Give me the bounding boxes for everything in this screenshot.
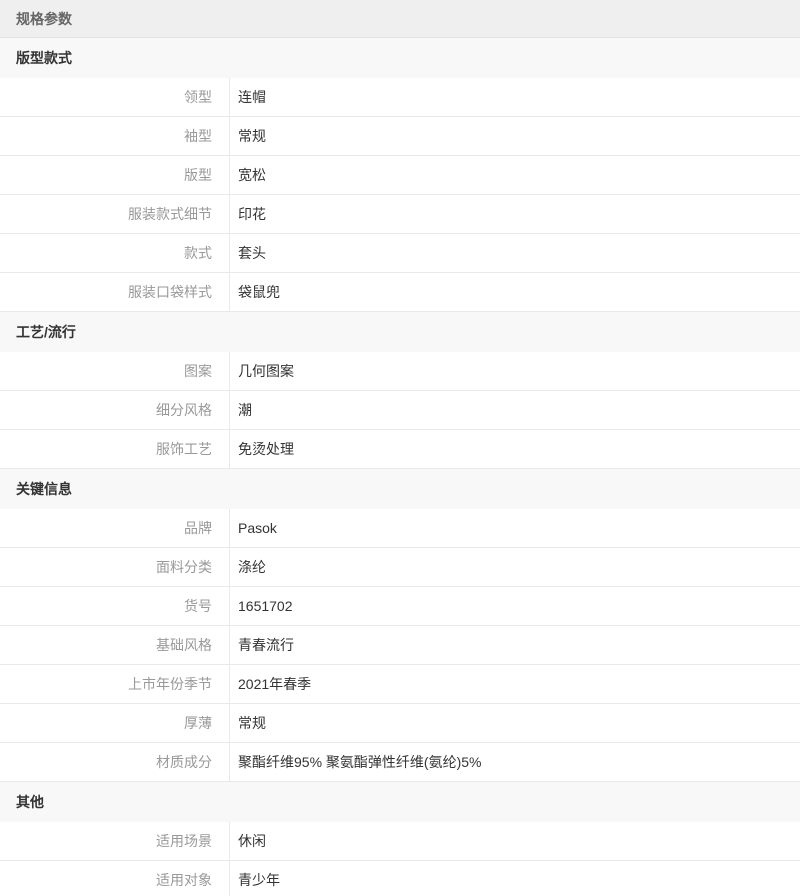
section-title: 工艺/流行 — [16, 322, 76, 342]
spec-value: 连帽 — [230, 78, 800, 116]
spec-row: 图案几何图案 — [0, 352, 800, 391]
spec-label: 厚薄 — [0, 704, 230, 742]
spec-label: 图案 — [0, 352, 230, 390]
spec-value: 青春流行 — [230, 626, 800, 664]
spec-row: 品牌Pasok — [0, 509, 800, 548]
spec-label: 上市年份季节 — [0, 665, 230, 703]
spec-label: 面料分类 — [0, 548, 230, 586]
spec-row: 领型连帽 — [0, 78, 800, 117]
spec-row: 款式套头 — [0, 234, 800, 273]
spec-row: 袖型常规 — [0, 117, 800, 156]
spec-label: 细分风格 — [0, 391, 230, 429]
spec-row: 适用对象青少年 — [0, 861, 800, 896]
spec-value: 常规 — [230, 117, 800, 155]
spec-row: 材质成分聚酯纤维95% 聚氨酯弹性纤维(氨纶)5% — [0, 743, 800, 782]
spec-row: 服装款式细节印花 — [0, 195, 800, 234]
spec-label: 服装口袋样式 — [0, 273, 230, 311]
section-header: 工艺/流行 — [0, 312, 800, 352]
spec-value: 免烫处理 — [230, 430, 800, 468]
spec-label: 品牌 — [0, 509, 230, 547]
spec-label: 款式 — [0, 234, 230, 272]
spec-label: 适用对象 — [0, 861, 230, 896]
spec-value: 青少年 — [230, 861, 800, 896]
spec-label: 领型 — [0, 78, 230, 116]
section-title: 版型款式 — [16, 48, 72, 68]
spec-value: Pasok — [230, 509, 800, 547]
spec-row: 上市年份季节2021年春季 — [0, 665, 800, 704]
spec-row: 细分风格潮 — [0, 391, 800, 430]
section-title: 关键信息 — [16, 479, 72, 499]
spec-row: 服饰工艺免烫处理 — [0, 430, 800, 469]
spec-value: 几何图案 — [230, 352, 800, 390]
spec-row: 服装口袋样式袋鼠兜 — [0, 273, 800, 312]
spec-table: 版型款式领型连帽袖型常规版型宽松服装款式细节印花款式套头服装口袋样式袋鼠兜工艺/… — [0, 38, 800, 896]
spec-value: 套头 — [230, 234, 800, 272]
spec-row: 版型宽松 — [0, 156, 800, 195]
spec-row: 面料分类涤纶 — [0, 548, 800, 587]
spec-value: 2021年春季 — [230, 665, 800, 703]
spec-value: 潮 — [230, 391, 800, 429]
section-title: 其他 — [16, 792, 44, 812]
spec-row: 基础风格青春流行 — [0, 626, 800, 665]
spec-label: 货号 — [0, 587, 230, 625]
page-title: 规格参数 — [16, 9, 72, 29]
spec-label: 袖型 — [0, 117, 230, 155]
spec-label: 基础风格 — [0, 626, 230, 664]
spec-label: 服饰工艺 — [0, 430, 230, 468]
spec-label: 服装款式细节 — [0, 195, 230, 233]
section-header: 关键信息 — [0, 469, 800, 509]
spec-value: 聚酯纤维95% 聚氨酯弹性纤维(氨纶)5% — [230, 743, 800, 781]
spec-label: 材质成分 — [0, 743, 230, 781]
spec-row: 厚薄常规 — [0, 704, 800, 743]
spec-value: 常规 — [230, 704, 800, 742]
spec-value: 休闲 — [230, 822, 800, 860]
spec-row: 货号1651702 — [0, 587, 800, 626]
spec-label: 适用场景 — [0, 822, 230, 860]
spec-value: 袋鼠兜 — [230, 273, 800, 311]
section-header: 版型款式 — [0, 38, 800, 78]
spec-value: 宽松 — [230, 156, 800, 194]
spec-row: 适用场景休闲 — [0, 822, 800, 861]
spec-value: 涤纶 — [230, 548, 800, 586]
spec-panel: 规格参数 版型款式领型连帽袖型常规版型宽松服装款式细节印花款式套头服装口袋样式袋… — [0, 0, 800, 896]
spec-panel-title-bar: 规格参数 — [0, 0, 800, 38]
spec-label: 版型 — [0, 156, 230, 194]
spec-value: 印花 — [230, 195, 800, 233]
spec-value: 1651702 — [230, 587, 800, 625]
section-header: 其他 — [0, 782, 800, 822]
